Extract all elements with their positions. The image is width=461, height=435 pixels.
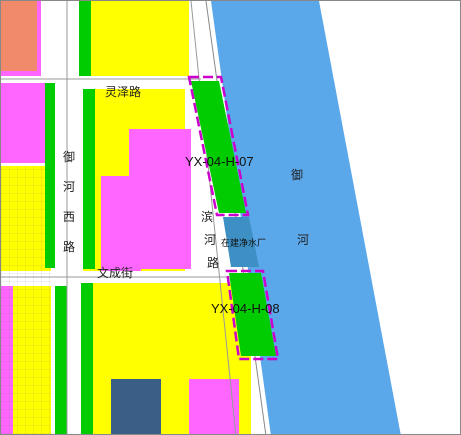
- road-label-lingze: 灵泽路: [105, 84, 141, 99]
- parcel-label-north: YX-04-H-07: [185, 154, 254, 169]
- block-magenta-c2: [101, 176, 141, 271]
- road-label-binhe-2: 河: [204, 233, 216, 247]
- block-utility-s: [111, 379, 161, 434]
- grid-overlay-w: [1, 166, 51, 434]
- road-label-binhe-1: 滨: [201, 209, 213, 224]
- road-label-yuhexi-4: 路: [63, 239, 75, 254]
- block-magenta-w1: [1, 83, 46, 163]
- planning-map: 灵泽路 文成街 御 河 西 路 滨 河 路 御 河 YX-04-H-07 YX-…: [0, 0, 461, 435]
- river-label-1: 御: [291, 167, 303, 182]
- green-strip-n: [79, 1, 91, 76]
- road-label-yuhexi-3: 西: [63, 210, 75, 224]
- green-strip-s: [81, 283, 93, 434]
- block-yellow-n: [89, 1, 189, 76]
- road-label-wencheng: 文成街: [97, 265, 133, 280]
- block-education-nw: [1, 1, 37, 71]
- parcel-label-south: YX-04-H-08: [211, 301, 280, 316]
- green-strip-c: [83, 89, 95, 269]
- water-plant-label: 在建净水厂: [221, 237, 266, 249]
- river-label-2: 河: [297, 233, 309, 247]
- road-label-yuhexi-2: 河: [63, 180, 75, 194]
- road-label-binhe-3: 路: [207, 255, 219, 270]
- road-label-yuhexi-1: 御: [63, 149, 75, 164]
- green-strip-w2: [55, 286, 67, 434]
- block-magenta-s: [189, 379, 239, 434]
- map-canvas: 灵泽路 文成街 御 河 西 路 滨 河 路 御 河 YX-04-H-07 YX-…: [1, 1, 401, 434]
